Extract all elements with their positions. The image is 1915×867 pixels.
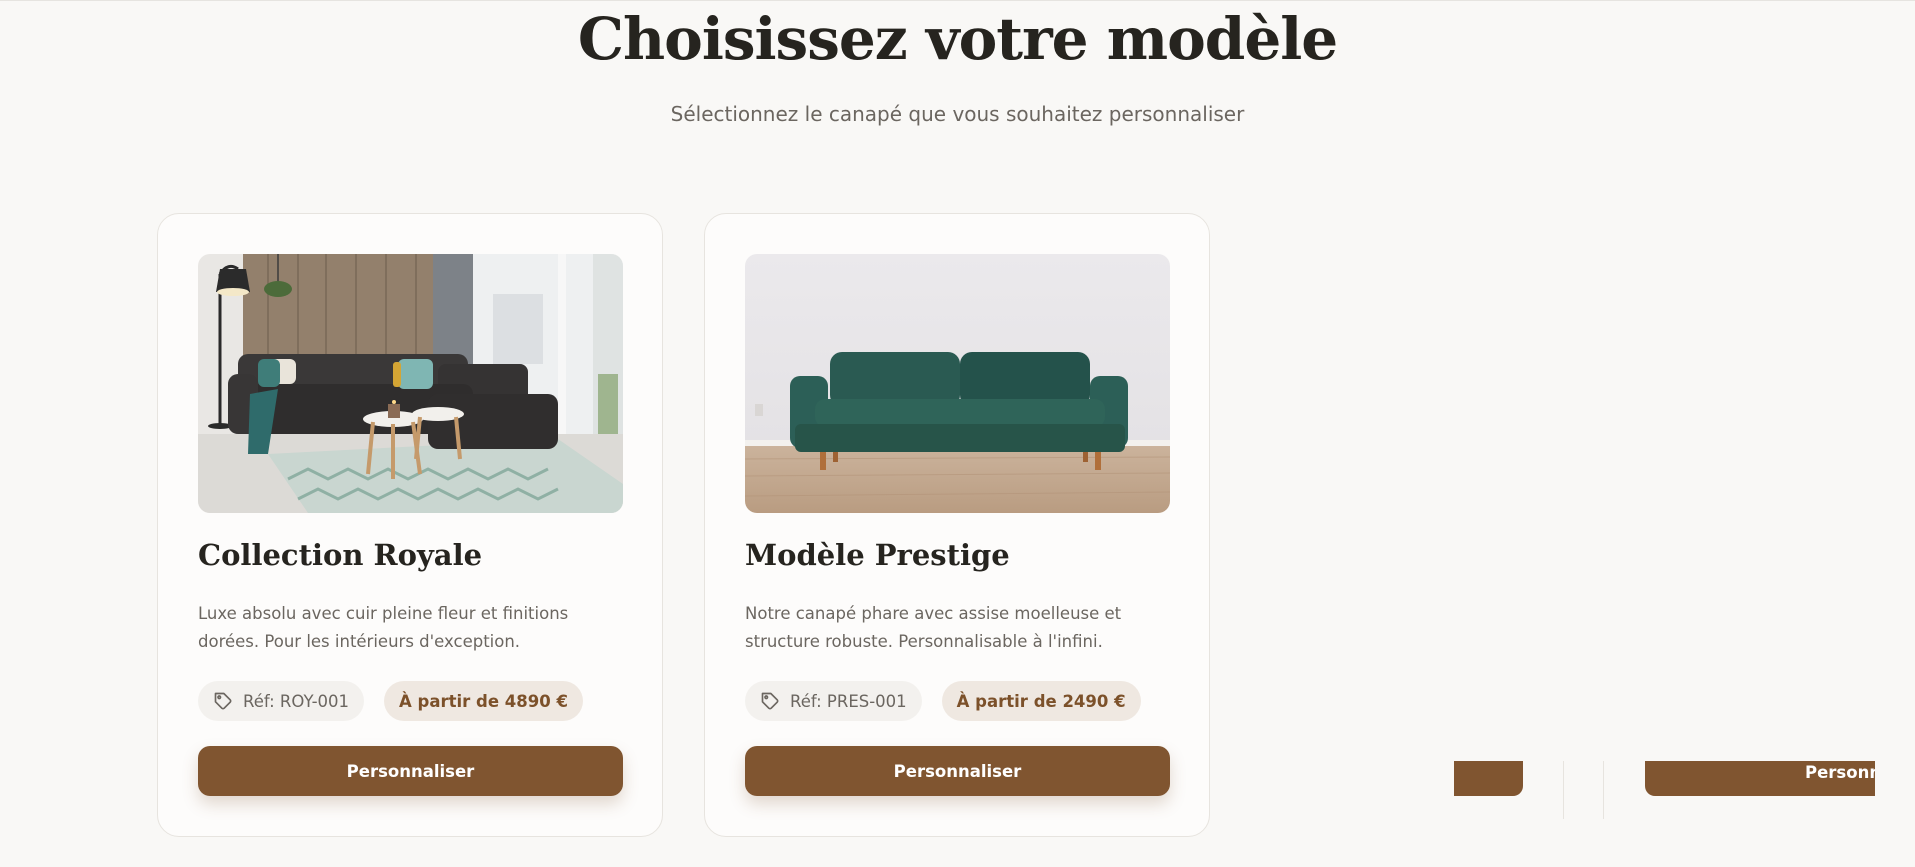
reference-chip: Réf: PRES-001 xyxy=(745,681,922,721)
personalize-button[interactable]: Personnaliser xyxy=(198,746,623,796)
model-image-royale xyxy=(198,254,623,513)
price-chip: À partir de 4890 € xyxy=(384,681,583,721)
offscreen-card-edge xyxy=(1563,761,1564,819)
tag-icon xyxy=(214,692,232,710)
offscreen-button-label: Personna xyxy=(1805,763,1875,782)
tag-icon xyxy=(761,692,779,710)
page-subtitle: Sélectionnez le canapé que vous souhaite… xyxy=(670,102,1245,126)
offscreen-card-edge xyxy=(1603,761,1604,819)
model-meta: Réf: PRES-001 À partir de 2490 € xyxy=(745,681,1141,721)
model-image-prestige xyxy=(745,254,1170,513)
offscreen-personalize-button[interactable]: Personna xyxy=(1645,761,1875,796)
model-description: Notre canapé phare avec assise moelleuse… xyxy=(745,604,1122,651)
model-card-royale[interactable]: Collection Royale Luxe absolu avec cuir … xyxy=(157,213,663,837)
personalize-button[interactable]: Personnaliser xyxy=(745,746,1170,796)
reference-text: Réf: PRES-001 xyxy=(790,691,907,711)
price-chip: À partir de 2490 € xyxy=(941,681,1141,721)
model-description: Luxe absolu avec cuir pleine fleur et fi… xyxy=(198,604,569,651)
model-name: Modèle Prestige xyxy=(745,538,1010,572)
model-name: Collection Royale xyxy=(198,538,483,572)
reference-chip: Réf: ROY-001 xyxy=(198,681,365,721)
page-title: Choisissez votre modèle xyxy=(577,5,1338,73)
model-meta: Réf: ROY-001 À partir de 4890 € xyxy=(198,681,583,721)
model-card-prestige[interactable]: Modèle Prestige Notre canapé phare avec … xyxy=(704,213,1210,837)
model-selection-page: Choisissez votre modèle Sélectionnez le … xyxy=(0,0,1915,867)
reference-text: Réf: ROY-001 xyxy=(243,691,350,711)
offscreen-button-fragment[interactable] xyxy=(1454,761,1523,796)
